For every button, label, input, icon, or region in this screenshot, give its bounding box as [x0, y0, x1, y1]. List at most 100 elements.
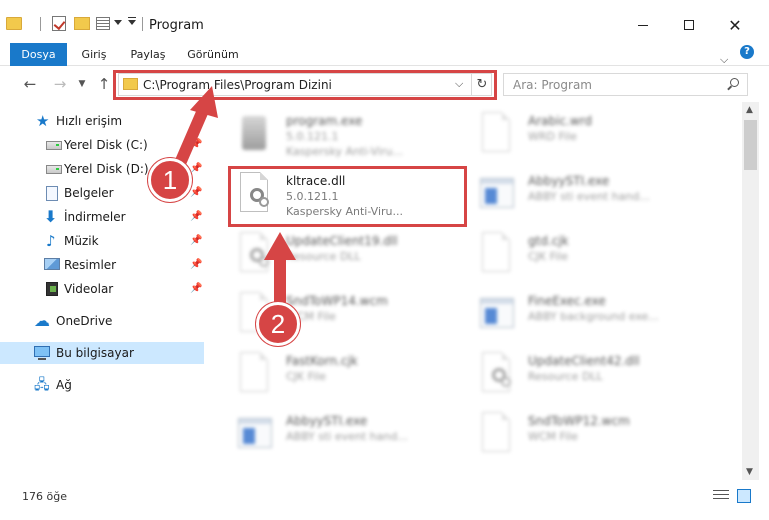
file-name: FineExec.exe — [528, 294, 606, 308]
step-two-callout: 2 — [256, 302, 300, 346]
details-view-icon[interactable] — [713, 490, 729, 502]
sidebar-item-label: Resimler — [64, 258, 117, 272]
pin-icon[interactable]: 📌 — [190, 187, 202, 198]
file-name: SndToWP14.wcm — [286, 294, 388, 308]
properties-check-icon[interactable] — [52, 16, 66, 31]
file-type: CJK File — [528, 250, 569, 263]
download-icon: ⬇ — [44, 207, 58, 226]
sidebar-item-onedrive[interactable]: ☁ OneDrive — [0, 310, 204, 332]
pictures-icon — [44, 258, 60, 270]
file-name: AbbyySTI.exe — [286, 414, 368, 428]
sidebar-item-this-pc[interactable]: Bu bilgisayar — [0, 342, 204, 364]
sidebar-item-label: Bu bilgisayar — [56, 346, 134, 360]
tab-view[interactable]: Görünüm — [183, 43, 243, 66]
help-icon[interactable]: ? — [740, 45, 754, 59]
maximize-button[interactable] — [666, 10, 712, 40]
sidebar-item-videos[interactable]: Videolar 📌 — [0, 278, 204, 300]
scroll-up-arrow-icon[interactable]: ▲ — [746, 105, 753, 115]
minimize-button[interactable] — [620, 10, 666, 40]
file-item[interactable]: AbbyySTI.exe ABBY sti event hand... — [236, 408, 476, 466]
status-bar: 176 öğe — [0, 480, 769, 520]
drive-icon — [46, 165, 62, 174]
new-folder-icon[interactable] — [74, 17, 90, 30]
recent-locations-chevron-icon[interactable]: ▼ — [72, 74, 92, 94]
file-item[interactable]: FineExec.exe ABBY background exe... — [478, 288, 718, 346]
file-item[interactable]: SndToWP12.wcm WCM File — [478, 408, 718, 466]
file-description: ABBY sti event hand... — [528, 190, 650, 203]
exe-icon — [478, 292, 516, 338]
sidebar-item-network[interactable]: 🖧 Ağ — [0, 374, 204, 396]
sidebar-item-pictures[interactable]: Resimler 📌 — [0, 254, 204, 276]
file-type: Resource DLL — [528, 370, 603, 383]
pin-icon[interactable]: 📌 — [190, 211, 202, 222]
sidebar-item-label: Videolar — [64, 282, 114, 296]
tab-file[interactable]: Dosya — [10, 43, 67, 66]
file-item[interactable]: UpdateClient19.dll Resource DLL — [236, 228, 476, 286]
file-description: ABBY sti event hand... — [286, 430, 408, 443]
large-icons-view-icon[interactable] — [737, 489, 751, 503]
scrollbar-thumb[interactable] — [744, 120, 757, 170]
pin-icon[interactable]: 📌 — [190, 283, 202, 294]
file-item[interactable]: FastKorn.cjk CJK File — [236, 348, 476, 406]
file-icon — [478, 112, 516, 158]
kaspersky-icon — [236, 112, 274, 158]
rename-icon[interactable] — [96, 17, 110, 30]
sidebar-item-local-disk-c[interactable]: Yerel Disk (C:) 📌 — [0, 134, 204, 156]
back-arrow-icon[interactable]: ← — [20, 74, 40, 94]
pin-icon[interactable]: 📌 — [190, 139, 202, 150]
folder-icon[interactable] — [6, 17, 22, 30]
sidebar-item-label: OneDrive — [56, 314, 113, 328]
forward-arrow-icon[interactable]: → — [50, 74, 70, 94]
network-icon: 🖧 — [34, 377, 50, 393]
up-arrow-icon[interactable]: ↑ — [94, 74, 114, 94]
file-list: program.exe 5.0.121.1 Kaspersky Anti-Vir… — [206, 102, 742, 480]
sidebar-item-quick-access[interactable]: ★ Hızlı erişim — [0, 110, 204, 132]
expand-ribbon-chevron-icon[interactable]: ⌵ — [720, 53, 728, 67]
file-name: Arabic.wrd — [528, 114, 593, 128]
quick-access-dropdown-icon[interactable] — [114, 20, 122, 25]
sidebar-item-label: İndirmeler — [64, 210, 126, 224]
maximize-icon — [684, 20, 694, 30]
file-description: ABBY background exe... — [528, 310, 659, 323]
file-item[interactable]: AbbyySTI.exe ABBY sti event hand... — [478, 168, 718, 226]
step-one-callout: 1 — [148, 158, 192, 202]
file-name: UpdateClient19.dll — [286, 234, 398, 248]
pin-icon[interactable]: 📌 — [190, 163, 202, 174]
search-icon[interactable] — [726, 78, 740, 92]
file-item[interactable]: Arabic.wrd WRD File — [478, 108, 718, 166]
sidebar-item-label: Yerel Disk (C:) — [64, 138, 148, 152]
sidebar-item-music[interactable]: ♪ Müzik 📌 — [0, 230, 204, 252]
search-placeholder: Ara: Program — [513, 78, 592, 92]
file-type: WRD File — [528, 130, 577, 143]
sidebar-item-label: Belgeler — [64, 186, 114, 200]
file-name: gtd.cjk — [528, 234, 569, 248]
file-item[interactable]: gtd.cjk CJK File — [478, 228, 718, 286]
vertical-scrollbar[interactable]: ▲ ▼ — [742, 102, 759, 480]
file-type: WCM File — [528, 430, 578, 443]
file-name: program.exe — [286, 114, 363, 128]
tab-home[interactable]: Giriş — [74, 43, 114, 66]
sidebar-item-downloads[interactable]: ⬇ İndirmeler 📌 — [0, 206, 204, 228]
customize-toolbar-icon[interactable] — [128, 17, 136, 25]
close-icon: ✕ — [728, 15, 742, 35]
scroll-down-arrow-icon[interactable]: ▼ — [746, 467, 753, 477]
file-item[interactable]: program.exe 5.0.121.1 Kaspersky Anti-Vir… — [236, 108, 476, 166]
pin-icon[interactable]: 📌 — [190, 235, 202, 246]
file-name: SndToWP12.wcm — [528, 414, 630, 428]
address-highlight-box — [113, 70, 497, 100]
video-icon — [46, 282, 58, 296]
sidebar-item-label: Müzik — [64, 234, 99, 248]
window-title: Program — [149, 18, 204, 33]
file-item[interactable]: UpdateClient42.dll Resource DLL — [478, 348, 718, 406]
file-icon — [478, 232, 516, 278]
exe-icon — [478, 172, 516, 218]
sidebar-item-label: Hızlı erişim — [56, 114, 123, 128]
pin-icon[interactable]: 📌 — [190, 259, 202, 270]
drive-icon — [46, 141, 62, 150]
close-button[interactable]: ✕ — [712, 10, 758, 40]
tab-share[interactable]: Paylaş — [126, 43, 170, 66]
file-name: FastKorn.cjk — [286, 354, 358, 368]
file-description: Kaspersky Anti-Viru... — [286, 145, 403, 158]
search-input[interactable]: Ara: Program — [503, 73, 748, 96]
title-divider — [142, 17, 143, 31]
